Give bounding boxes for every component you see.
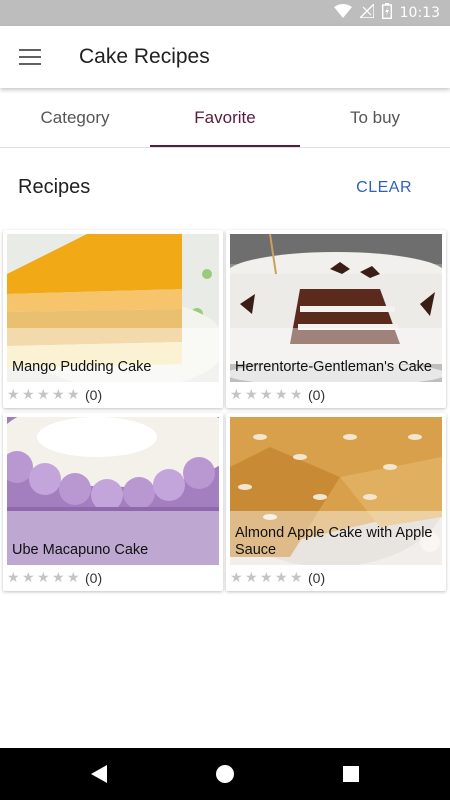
battery-icon <box>381 2 392 24</box>
tab-bar: Category Favorite To buy <box>0 88 450 148</box>
star-icon: ★ <box>275 570 288 586</box>
recipe-card[interactable]: Almond Apple Cake with Apple Sauce ★ ★ ★… <box>226 413 446 591</box>
star-icon: ★ <box>245 570 258 586</box>
recipe-name: Mango Pudding Cake <box>12 359 152 375</box>
status-time: 10:13 <box>399 5 440 21</box>
recipe-title-overlay: Ube Macapuno Cake <box>7 511 219 565</box>
status-bar: 10:13 <box>0 0 450 26</box>
star-icon: ★ <box>230 570 243 586</box>
app-bar: Cake Recipes <box>0 26 450 88</box>
recipe-name: Herrentorte-Gentleman's Cake <box>235 359 432 375</box>
star-icon: ★ <box>260 387 273 403</box>
star-icon: ★ <box>37 387 50 403</box>
star-icon: ★ <box>290 570 303 586</box>
star-icon: ★ <box>67 387 80 403</box>
recipe-image: Herrentorte-Gentleman's Cake <box>230 234 442 382</box>
star-icon: ★ <box>260 570 273 586</box>
rating-count: (0) <box>308 387 326 403</box>
star-icon: ★ <box>22 387 35 403</box>
tab-favorite[interactable]: Favorite <box>150 88 300 148</box>
rating-count: (0) <box>308 570 326 586</box>
recents-icon[interactable] <box>337 760 365 788</box>
recipe-card[interactable]: Ube Macapuno Cake ★ ★ ★ ★ ★ (0) <box>3 413 223 591</box>
recipe-rating: ★ ★ ★ ★ ★ (0) <box>7 385 102 405</box>
signal-icon <box>357 1 375 23</box>
star-icon: ★ <box>230 387 243 403</box>
recipe-rating: ★ ★ ★ ★ ★ (0) <box>230 568 325 588</box>
clear-button[interactable]: CLEAR <box>356 179 412 197</box>
recipe-rating: ★ ★ ★ ★ ★ (0) <box>230 385 325 405</box>
recipe-card[interactable]: Mango Pudding Cake ★ ★ ★ ★ ★ (0) <box>3 230 223 408</box>
star-icon: ★ <box>275 387 288 403</box>
star-icon: ★ <box>7 570 20 586</box>
back-icon[interactable] <box>85 760 113 788</box>
home-icon[interactable] <box>211 760 239 788</box>
tab-indicator <box>150 145 300 147</box>
star-icon: ★ <box>22 570 35 586</box>
recipe-image: Mango Pudding Cake <box>7 234 219 382</box>
section-title: Recipes <box>18 176 91 198</box>
tab-to-buy[interactable]: To buy <box>300 88 450 148</box>
star-icon: ★ <box>245 387 258 403</box>
wifi-icon <box>333 3 352 23</box>
star-icon: ★ <box>52 570 65 586</box>
navigation-bar <box>0 748 450 800</box>
recipe-title-overlay: Mango Pudding Cake <box>7 328 219 382</box>
recipe-rating: ★ ★ ★ ★ ★ (0) <box>7 568 102 588</box>
app-title: Cake Recipes <box>79 45 210 68</box>
star-icon: ★ <box>67 570 80 586</box>
recipe-image: Ube Macapuno Cake <box>7 417 219 565</box>
star-icon: ★ <box>37 570 50 586</box>
rating-count: (0) <box>85 570 103 586</box>
tab-category[interactable]: Category <box>0 88 150 148</box>
star-icon: ★ <box>7 387 20 403</box>
rating-count: (0) <box>85 387 103 403</box>
star-icon: ★ <box>290 387 303 403</box>
recipe-image: Almond Apple Cake with Apple Sauce <box>230 417 442 565</box>
recipe-title-overlay: Herrentorte-Gentleman's Cake <box>230 328 442 382</box>
hamburger-menu-icon[interactable] <box>12 40 48 74</box>
recipe-card[interactable]: Herrentorte-Gentleman's Cake ★ ★ ★ ★ ★ (… <box>226 230 446 408</box>
status-icons: 10:13 <box>333 1 440 24</box>
recipe-name: Almond Apple Cake with Apple Sauce <box>235 525 433 558</box>
star-icon: ★ <box>52 387 65 403</box>
recipe-name: Ube Macapuno Cake <box>12 542 149 558</box>
recipe-title-overlay: Almond Apple Cake with Apple Sauce <box>230 511 442 565</box>
